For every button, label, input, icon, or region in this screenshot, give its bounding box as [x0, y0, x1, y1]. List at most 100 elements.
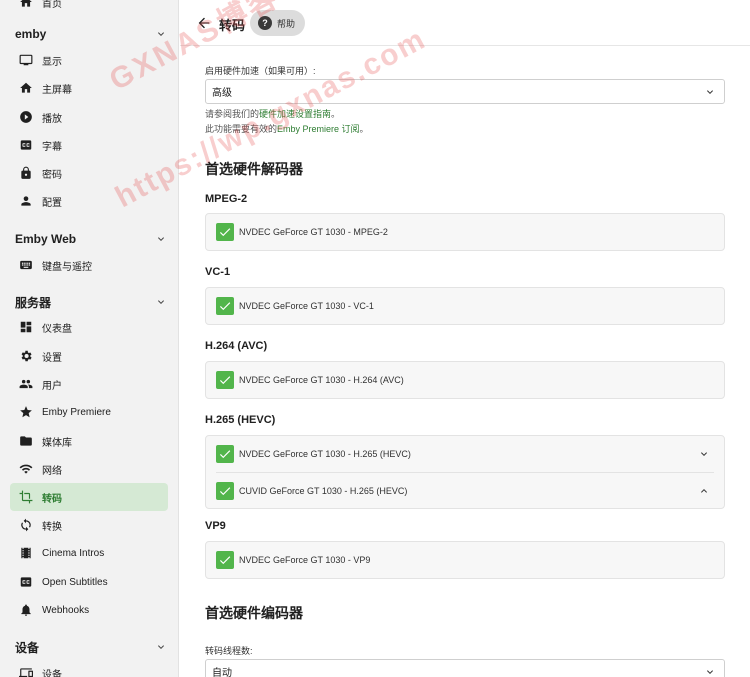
- group-heading-h264: H.264 (AVC): [205, 340, 268, 352]
- encoders-heading: 首选硬件编码器: [205, 605, 303, 621]
- decoder-row[interactable]: CUVID GeForce GT 1030 - H.265 (HEVC): [216, 472, 714, 508]
- hw-accel-select[interactable]: 高级: [205, 79, 725, 104]
- sidebar-item-transcoding[interactable]: 转码: [10, 483, 168, 511]
- home-icon: [18, 0, 34, 10]
- hint-text: 。: [359, 124, 369, 134]
- chevron-down-icon: [155, 28, 167, 40]
- sidebar-item-label: Emby Premiere: [42, 406, 111, 418]
- main-content: 启用硬件加速（如果可用）: 高级 请参阅我们的硬件加速设置指南。 此功能需要有效…: [180, 47, 750, 677]
- sidebar-item-label: Cinema Intros: [42, 547, 105, 559]
- section-server[interactable]: 服务器: [15, 291, 167, 313]
- section-title: emby: [15, 27, 47, 41]
- dashboard-icon: [18, 319, 34, 335]
- decoders-heading: 首选硬件解码器: [205, 161, 303, 177]
- play-circle-icon: [18, 109, 34, 125]
- checkbox-checked-icon[interactable]: [216, 223, 234, 241]
- help-label: 帮助: [277, 18, 296, 29]
- section-emby[interactable]: emby: [15, 23, 167, 45]
- decoder-label: NVDEC GeForce GT 1030 - H.265 (HEVC): [239, 449, 411, 459]
- sidebar-item-display[interactable]: 显示: [10, 46, 168, 74]
- decoder-row[interactable]: NVDEC GeForce GT 1030 - H.265 (HEVC): [206, 436, 724, 472]
- group-heading-h265: H.265 (HEVC): [205, 414, 276, 426]
- sidebar-item-playback[interactable]: 播放: [10, 103, 168, 131]
- sidebar-item-label: 键盘与遥控: [42, 261, 92, 273]
- sidebar-item-users[interactable]: 用户: [10, 370, 168, 398]
- move-down-chevron-icon[interactable]: [698, 448, 710, 462]
- hw-accel-hint-1: 请参阅我们的硬件加速设置指南。: [205, 107, 340, 120]
- group-heading-vp9: VP9: [205, 520, 226, 532]
- help-button[interactable]: ? 帮助: [250, 10, 306, 36]
- star-icon: [18, 404, 34, 420]
- sidebar: 首页 emby 显示 主屏幕 播放 字幕 密码 配置 Emby Web 键盘与遥…: [0, 0, 179, 677]
- chevron-down-icon: [704, 86, 716, 98]
- decoder-card-vp9: NVDEC GeForce GT 1030 - VP9: [205, 541, 725, 579]
- decoder-row[interactable]: NVDEC GeForce GT 1030 - H.264 (AVC): [206, 362, 724, 398]
- closed-caption-icon: [18, 137, 34, 153]
- sidebar-item-label: 播放: [42, 113, 62, 125]
- threads-value: 自动: [212, 668, 232, 677]
- sidebar-item-conversion[interactable]: 转换: [10, 511, 168, 539]
- sidebar-item-label: 设备: [42, 669, 62, 677]
- chevron-down-icon: [704, 666, 716, 677]
- decoder-row[interactable]: NVDEC GeForce GT 1030 - VP9: [206, 542, 724, 578]
- lock-icon: [18, 165, 34, 181]
- section-title: Emby Web: [15, 232, 77, 246]
- sidebar-item-open-subtitles[interactable]: Open Subtitles: [10, 568, 168, 596]
- sidebar-item-premiere[interactable]: Emby Premiere: [10, 398, 168, 426]
- hw-accel-hint-2: 此功能需要有效的Emby Premiere 订阅。: [205, 122, 369, 135]
- gear-icon: [18, 348, 34, 364]
- people-icon: [18, 376, 34, 392]
- sidebar-item-library[interactable]: 媒体库: [10, 427, 168, 455]
- sidebar-item-label: 用户: [42, 380, 62, 392]
- decoder-row[interactable]: NVDEC GeForce GT 1030 - VC-1: [206, 288, 724, 324]
- checkbox-checked-icon[interactable]: [216, 481, 234, 500]
- sidebar-item-settings[interactable]: 设置: [10, 342, 168, 370]
- hint-text: 请参阅我们的: [205, 109, 260, 119]
- arrow-left-icon: [198, 17, 210, 29]
- section-devices[interactable]: 设备: [15, 636, 167, 658]
- folder-icon: [18, 433, 34, 449]
- checkbox-checked-icon[interactable]: [216, 445, 234, 463]
- threads-select[interactable]: 自动: [205, 659, 725, 677]
- chevron-down-icon: [155, 641, 167, 653]
- checkbox-checked-icon[interactable]: [216, 371, 234, 389]
- sync-icon: [18, 517, 34, 533]
- decoder-label: NVDEC GeForce GT 1030 - VC-1: [239, 301, 374, 311]
- sidebar-item-dashboard[interactable]: 仪表盘: [10, 313, 168, 341]
- hint-text: 。: [331, 109, 341, 119]
- film-icon: [18, 545, 34, 561]
- sidebar-item-profile[interactable]: 配置: [10, 187, 168, 215]
- chevron-down-icon: [155, 296, 167, 308]
- sidebar-item-webhooks[interactable]: Webhooks: [10, 596, 168, 624]
- checkbox-checked-icon[interactable]: [216, 551, 234, 569]
- sidebar-item-label: Open Subtitles: [42, 576, 108, 588]
- sidebar-item-keyboard[interactable]: 键盘与遥控: [10, 251, 168, 279]
- keyboard-icon: [18, 257, 34, 273]
- sidebar-item-password[interactable]: 密码: [10, 159, 168, 187]
- decoder-label: NVDEC GeForce GT 1030 - H.264 (AVC): [239, 375, 404, 385]
- sidebar-item-homescreen[interactable]: 主屏幕: [10, 74, 168, 102]
- sidebar-item-label: 字幕: [42, 141, 62, 153]
- devices-icon: [18, 665, 34, 677]
- move-up-chevron-icon[interactable]: [698, 485, 710, 499]
- section-emby-web[interactable]: Emby Web: [15, 228, 167, 250]
- back-button[interactable]: [194, 13, 214, 33]
- bell-icon: [18, 602, 34, 618]
- premiere-link[interactable]: Emby Premiere 订阅: [277, 124, 360, 134]
- checkbox-checked-icon[interactable]: [216, 297, 234, 315]
- person-icon: [18, 193, 34, 209]
- page-title: 转码: [219, 18, 246, 33]
- decoder-label: NVDEC GeForce GT 1030 - MPEG-2: [239, 227, 388, 237]
- sidebar-item-cinema-intros[interactable]: Cinema Intros: [10, 539, 168, 567]
- sidebar-item-home[interactable]: 首页: [10, 0, 168, 16]
- sidebar-item-label: 设置: [42, 352, 62, 364]
- sidebar-item-devices[interactable]: 设备: [10, 659, 168, 677]
- decoder-row[interactable]: NVDEC GeForce GT 1030 - MPEG-2: [206, 214, 724, 250]
- sidebar-item-subtitles[interactable]: 字幕: [10, 131, 168, 159]
- sidebar-item-label: 配置: [42, 197, 62, 209]
- monitor-icon: [18, 52, 34, 68]
- sidebar-item-network[interactable]: 网络: [10, 455, 168, 483]
- hw-guide-link[interactable]: 硬件加速设置指南: [259, 109, 331, 119]
- group-heading-vc1: VC-1: [205, 266, 231, 278]
- sidebar-item-label: 仪表盘: [42, 323, 72, 335]
